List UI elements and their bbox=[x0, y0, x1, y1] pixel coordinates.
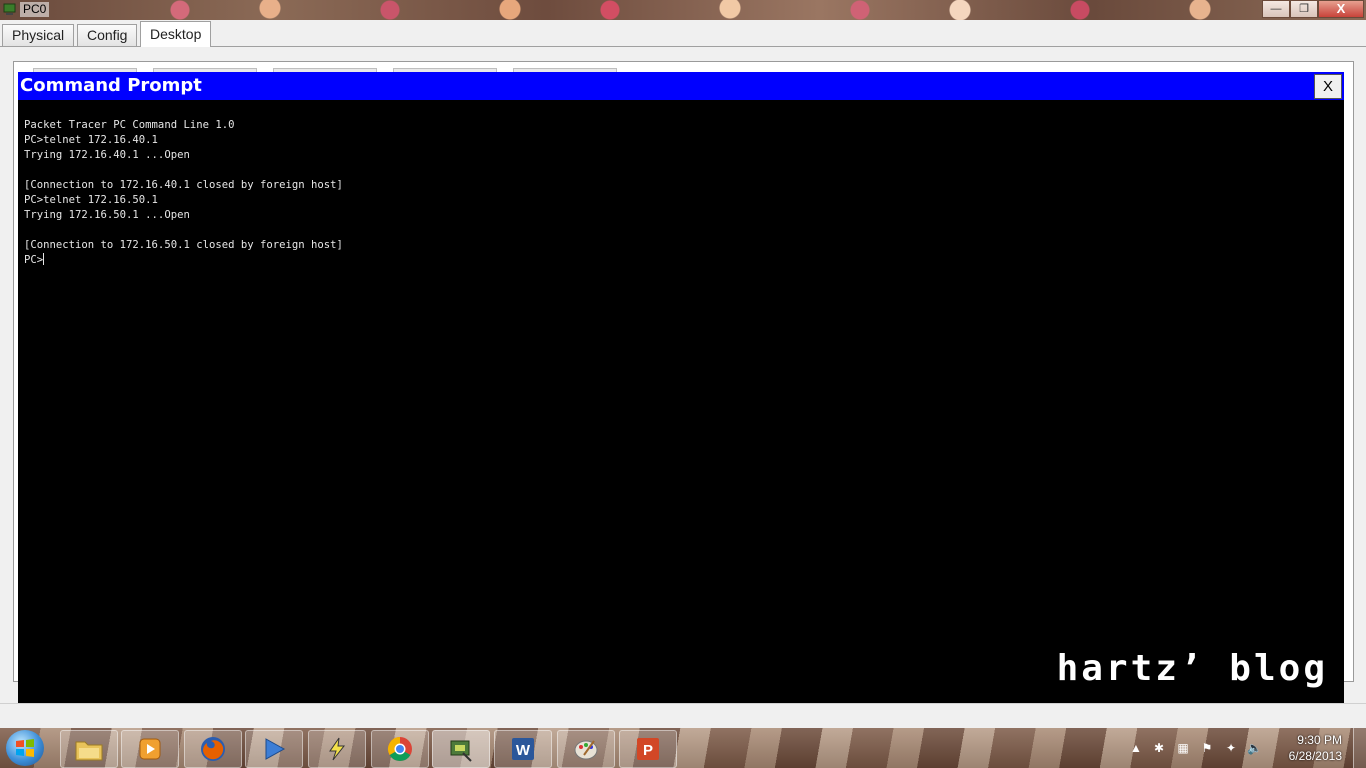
windows-logo-icon bbox=[16, 739, 34, 757]
folder-icon bbox=[75, 741, 103, 761]
packet-tracer-icon bbox=[450, 740, 472, 762]
system-tray: ▲ ✱ ▦ ⚑ ✦ 🔈 9:30 PM 6/28/2013 bbox=[1126, 728, 1366, 768]
command-prompt-title: Command Prompt bbox=[20, 75, 202, 96]
taskbar-media-center-button[interactable] bbox=[121, 730, 179, 768]
close-window-button[interactable]: X bbox=[1318, 0, 1364, 18]
power-icon[interactable]: ✦ bbox=[1224, 741, 1238, 755]
lightning-icon bbox=[329, 737, 346, 761]
window-bottom-area bbox=[0, 703, 1366, 728]
clock-date: 6/28/2013 bbox=[1288, 749, 1342, 763]
svg-text:P: P bbox=[643, 742, 653, 759]
start-button[interactable] bbox=[6, 730, 44, 766]
blog-watermark: hartz’ blog bbox=[1056, 648, 1328, 689]
terminal-prompt: PC> bbox=[24, 254, 44, 266]
device-tabs: Physical Config Desktop bbox=[0, 20, 1366, 47]
taskbar-player-button[interactable] bbox=[245, 730, 303, 768]
clock-time: 9:30 PM bbox=[1297, 733, 1342, 747]
minimize-button[interactable]: — bbox=[1262, 0, 1290, 18]
chrome-icon bbox=[387, 737, 412, 762]
terminal-line: [Connection to 172.16.40.1 closed by for… bbox=[24, 179, 343, 191]
tab-config[interactable]: Config bbox=[77, 24, 138, 46]
svg-text:W: W bbox=[516, 742, 531, 759]
show-desktop-button[interactable] bbox=[1353, 728, 1366, 768]
taskbar-packet-tracer-button[interactable] bbox=[432, 730, 490, 768]
action-center-flag-icon[interactable]: ⚑ bbox=[1200, 741, 1214, 755]
terminal-line: [Connection to 172.16.50.1 closed by for… bbox=[24, 239, 343, 251]
taskbar-firefox-button[interactable] bbox=[184, 730, 242, 768]
show-hidden-icons-arrow-icon[interactable]: ▲ bbox=[1129, 741, 1143, 755]
command-prompt-close-button[interactable]: X bbox=[1314, 74, 1342, 99]
terminal-text: Packet Tracer PC Command Line 1.0 PC>tel… bbox=[24, 118, 343, 268]
command-prompt-header: Command Prompt X bbox=[18, 72, 1344, 100]
packet-tracer-pc-icon bbox=[3, 3, 16, 15]
firefox-icon bbox=[201, 737, 225, 761]
taskbar-clock[interactable]: 9:30 PM 6/28/2013 bbox=[1272, 732, 1342, 764]
network-icon[interactable]: ▦ bbox=[1176, 741, 1190, 755]
terminal-line: Packet Tracer PC Command Line 1.0 bbox=[24, 119, 235, 131]
taskbar-paint-button[interactable] bbox=[557, 730, 615, 768]
taskbar-explorer-button[interactable] bbox=[60, 730, 118, 768]
powerpoint-icon: P bbox=[637, 738, 659, 760]
taskbar-winamp-button[interactable] bbox=[308, 730, 366, 768]
window-title: PC0 bbox=[20, 2, 50, 17]
play-icon bbox=[265, 738, 286, 760]
window-title-bar: PC0 — ❐ X bbox=[0, 0, 1366, 20]
tab-physical[interactable]: Physical bbox=[2, 24, 75, 46]
taskbar-powerpoint-button[interactable]: P bbox=[619, 730, 677, 768]
text-cursor bbox=[43, 253, 45, 265]
terminal-output[interactable]: Packet Tracer PC Command Line 1.0 PC>tel… bbox=[18, 100, 1344, 703]
taskbar: W P ▲ ✱ ▦ ⚑ ✦ 🔈 9:30 PM 6/28/2013 bbox=[0, 728, 1366, 768]
bluetooth-icon[interactable]: ✱ bbox=[1152, 741, 1166, 755]
taskbar-word-button[interactable]: W bbox=[494, 730, 552, 768]
taskbar-chrome-button[interactable] bbox=[371, 730, 429, 768]
volume-icon[interactable]: 🔈 bbox=[1247, 741, 1262, 755]
word-icon: W bbox=[512, 738, 534, 760]
media-player-icon bbox=[139, 738, 161, 760]
maximize-button[interactable]: ❐ bbox=[1290, 0, 1318, 18]
tab-desktop[interactable]: Desktop bbox=[140, 21, 212, 47]
terminal-line: PC>telnet 172.16.40.1 bbox=[24, 134, 158, 146]
terminal-line: Trying 172.16.50.1 ...Open bbox=[24, 209, 190, 221]
window-controls: — ❐ X bbox=[1262, 0, 1364, 18]
paint-icon bbox=[574, 740, 598, 760]
terminal-line: PC>telnet 172.16.50.1 bbox=[24, 194, 158, 206]
terminal-line: Trying 172.16.40.1 ...Open bbox=[24, 149, 190, 161]
